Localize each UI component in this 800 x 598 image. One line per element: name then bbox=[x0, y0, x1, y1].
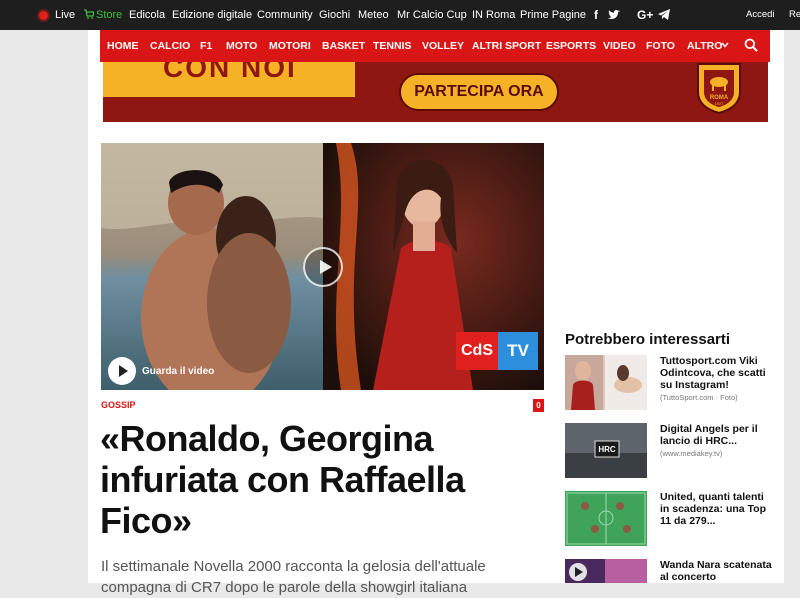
live-link[interactable]: Live bbox=[55, 9, 75, 21]
mr-calcio-cup-link[interactable]: Mr Calcio Cup bbox=[397, 9, 467, 21]
advertisement-banner[interactable]: CON NOI PARTECIPA ORA ROMA 1927 bbox=[103, 62, 768, 122]
recommended-thumbnail bbox=[565, 491, 647, 546]
nav-moto[interactable]: MOTO bbox=[226, 40, 257, 52]
recommended-title: Potrebbero interessarti bbox=[565, 331, 731, 348]
cds-tv-logo: CdS TV bbox=[456, 332, 538, 370]
recommended-item[interactable]: Tuttosport.com Viki Odintcova, che scatt… bbox=[565, 355, 775, 415]
meteo-link[interactable]: Meteo bbox=[358, 9, 389, 21]
google-plus-icon[interactable]: G+ bbox=[637, 8, 653, 22]
banner-partial-text: CON NOI bbox=[163, 62, 297, 83]
nav-altro[interactable]: ALTRO bbox=[687, 40, 722, 52]
recommended-item-title[interactable]: Wanda Nara scatenata al concerto bbox=[660, 559, 775, 583]
login-link[interactable]: Accedi bbox=[746, 9, 775, 20]
prime-pagine-link[interactable]: Prime Pagine bbox=[520, 9, 586, 21]
top-utility-bar: Live Store Edicola Edizione digitale Com… bbox=[0, 0, 800, 30]
nav-tennis[interactable]: TENNIS bbox=[373, 40, 412, 52]
watch-video-label[interactable]: Guarda il video bbox=[142, 366, 214, 377]
recommended-thumbnail: HRC bbox=[565, 423, 647, 478]
nav-video[interactable]: VIDEO bbox=[603, 40, 636, 52]
partecipa-ora-button[interactable]: PARTECIPA ORA bbox=[399, 73, 559, 111]
recommended-item-title[interactable]: Tuttosport.com Viki Odintcova, che scatt… bbox=[660, 355, 775, 391]
video-play-overlay-button[interactable] bbox=[303, 247, 343, 287]
play-button[interactable] bbox=[108, 357, 136, 385]
nav-motori[interactable]: MOTORI bbox=[269, 40, 311, 52]
nav-f1[interactable]: F1 bbox=[200, 40, 212, 52]
nav-basket[interactable]: BASKET bbox=[322, 40, 365, 52]
search-icon[interactable] bbox=[744, 38, 758, 52]
tv-logo-text: TV bbox=[498, 332, 538, 370]
recommended-item[interactable]: Wanda Nara scatenata al concerto bbox=[565, 559, 775, 583]
giochi-link[interactable]: Giochi bbox=[319, 9, 350, 21]
cds-logo-text: CdS bbox=[456, 332, 498, 370]
article-summary: Il settimanale Novella 2000 racconta la … bbox=[101, 558, 486, 596]
headline-line-2: infuriata con Raffaella bbox=[100, 459, 465, 500]
recommended-item-source: (www.mediakey.tv) bbox=[660, 449, 723, 458]
recommended-item-title[interactable]: United, quanti talenti in scadenza: una … bbox=[660, 491, 775, 527]
nav-esports[interactable]: ESPORTS bbox=[546, 40, 596, 52]
nav-foto[interactable]: FOTO bbox=[646, 40, 675, 52]
chevron-down-icon bbox=[721, 42, 729, 48]
nav-volley[interactable]: VOLLEY bbox=[422, 40, 464, 52]
register-link[interactable]: Reg bbox=[789, 9, 800, 20]
edicola-link[interactable]: Edicola bbox=[129, 9, 165, 21]
svg-text:HRC: HRC bbox=[598, 445, 616, 454]
facebook-icon[interactable]: f bbox=[594, 8, 598, 22]
main-navigation: HOME CALCIO F1 MOTO MOTORI BASKET TENNIS… bbox=[100, 30, 770, 62]
video-player[interactable]: Guarda il video CdS TV bbox=[101, 143, 544, 390]
article-headline: «Ronaldo, Georgina infuriata con Raffael… bbox=[100, 418, 540, 541]
telegram-icon[interactable] bbox=[658, 9, 670, 20]
as-roma-logo: ROMA 1927 bbox=[697, 63, 741, 114]
in-roma-link[interactable]: IN Roma bbox=[472, 9, 515, 21]
article-category[interactable]: GOSSIP bbox=[101, 400, 136, 410]
recommended-thumbnail bbox=[565, 355, 647, 410]
recommended-item-title[interactable]: Digital Angels per il lancio di HRC... bbox=[660, 423, 775, 447]
recommended-item-source: (TuttoSport.com · Foto) bbox=[660, 393, 738, 402]
store-link[interactable]: Store bbox=[96, 9, 122, 21]
edizione-digitale-link[interactable]: Edizione digitale bbox=[172, 9, 252, 21]
nav-home[interactable]: HOME bbox=[107, 40, 139, 52]
live-indicator-icon bbox=[39, 11, 48, 20]
svg-text:1927: 1927 bbox=[715, 101, 725, 106]
headline-line-1: «Ronaldo, Georgina bbox=[100, 418, 434, 459]
headline-line-3: Fico» bbox=[100, 500, 192, 541]
recommended-thumbnail bbox=[565, 559, 647, 583]
twitter-icon[interactable] bbox=[608, 10, 620, 20]
comment-count-badge[interactable]: 0 bbox=[533, 399, 544, 412]
nav-calcio[interactable]: CALCIO bbox=[150, 40, 190, 52]
nav-altri-sport[interactable]: ALTRI SPORT bbox=[472, 40, 541, 52]
recommended-item[interactable]: HRC Digital Angels per il lancio di HRC.… bbox=[565, 423, 775, 483]
community-link[interactable]: Community bbox=[257, 9, 313, 21]
recommended-item[interactable]: United, quanti talenti in scadenza: una … bbox=[565, 491, 775, 551]
shopping-cart-icon bbox=[84, 9, 94, 19]
